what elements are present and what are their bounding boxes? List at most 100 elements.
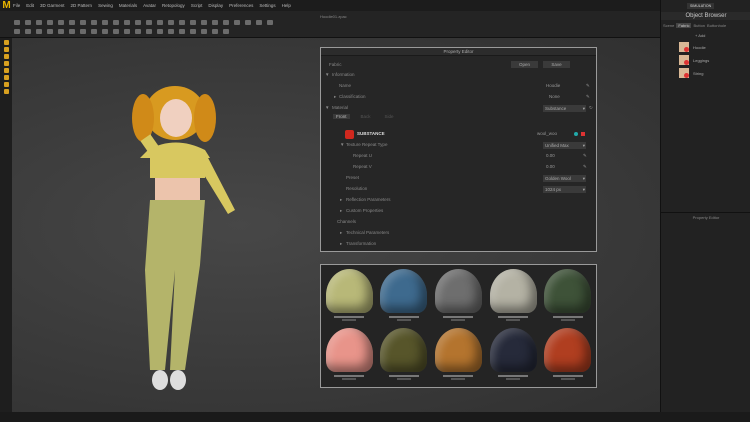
menu-materials[interactable]: Materials [119,3,137,8]
material-subcaption [342,319,357,321]
tab-back[interactable]: Back [358,114,374,119]
material-preview [325,269,373,313]
tab-front[interactable]: Front [333,114,350,119]
substance-file: wool_woo [537,131,558,136]
delete-icon[interactable] [581,132,585,136]
material-type-dropdown[interactable]: Substance [543,104,586,112]
preset-dropdown[interactable]: Golden Wool [543,174,586,182]
reset-icon: ↻ [589,105,593,110]
category-label: Fabric [329,62,342,67]
property-editor-panel: Property Editor Fabric Open Save ▼ Inform… [320,47,597,252]
material-preview [544,328,592,372]
material-caption [552,375,583,377]
material-caption [498,316,529,318]
texture-repeat-row: ▼ Texture Repeat Type Unified Max [321,140,596,150]
material-tile[interactable] [488,328,539,383]
property-editor-title-right: Property Editor [661,212,750,220]
edit-icon[interactable]: ✎ [583,162,587,172]
menu-retopology[interactable]: Retopology [162,3,185,8]
left-tool-strip[interactable] [0,38,12,412]
app-logo: M [2,0,11,11]
material-caption [443,375,474,377]
material-tile[interactable] [379,269,430,324]
material-caption [552,316,583,318]
menu-file[interactable]: File [13,3,20,8]
tab-buttonhole[interactable]: Buttonhole [707,23,726,28]
edit-icon[interactable]: ✎ [586,81,590,91]
transformation-section[interactable]: ▸ Transformation [321,239,596,249]
toolbar: Hoodie01.zpac [0,11,660,38]
material-caption [498,375,529,377]
tab-scene[interactable]: Scene [663,23,674,28]
material-tile[interactable] [542,328,593,383]
material-library-grid [320,264,597,388]
menu-preferences[interactable]: Preferences [229,3,253,8]
substance-row: SUBSTANCE wool_woo [321,129,596,139]
preset-row: Preset Golden Wool [321,173,596,183]
simulation-mode[interactable]: SIMULATION [687,3,715,9]
object-item[interactable]: Hoodie [679,42,706,52]
material-subcaption [451,319,466,321]
tool-row-1[interactable] [14,20,273,25]
channels-section[interactable]: Channels [321,217,596,227]
material-tile[interactable] [379,328,430,383]
information-section[interactable]: ▼ Information [321,70,596,80]
material-subcaption [396,378,411,380]
window-title: Hoodie01.zpac [320,14,347,19]
texture-repeat-dropdown[interactable]: Unified Max [543,141,586,149]
menu-edit[interactable]: Edit [26,3,34,8]
material-preview [489,269,537,313]
open-button[interactable]: Open [511,61,538,68]
material-tile[interactable] [324,269,375,324]
menu-sewing[interactable]: Sewing [98,3,113,8]
add-button[interactable]: + Add [695,33,705,38]
menu-avatar[interactable]: Avatar [143,3,156,8]
reflection-section[interactable]: ▸ Reflection Parameters [321,195,596,205]
menu-2d-pattern[interactable]: 2D Pattern [71,3,93,8]
material-subcaption [451,378,466,380]
resolution-dropdown[interactable]: 1024 px [543,185,586,193]
edit-icon[interactable]: ✎ [583,151,587,161]
material-preview [325,328,373,372]
menu-3d-garment[interactable]: 3D Garment [40,3,65,8]
object-item[interactable]: Leggings [679,55,709,65]
technical-section[interactable]: ▸ Technical Parameters [321,228,596,238]
material-caption [388,316,419,318]
name-value: Hoodie [546,83,561,88]
edit-icon[interactable]: ✎ [586,92,590,102]
menu-bar: M File Edit 3D Garment 2D Pattern Sewing… [0,0,750,11]
menu-display[interactable]: Display [208,3,223,8]
material-tile[interactable] [542,269,593,324]
material-subcaption [506,378,521,380]
material-caption [443,316,474,318]
tab-button[interactable]: Button [693,23,705,28]
material-caption [334,375,365,377]
object-browser-title: Object Browser [661,12,750,20]
repeat-u-input[interactable]: 0.00 [546,151,555,161]
material-caption [388,375,419,377]
tab-side[interactable]: Side [382,114,397,119]
repeat-v-input[interactable]: 0.00 [546,162,555,172]
custom-properties-section[interactable]: ▸ Custom Properties [321,206,596,216]
save-button[interactable]: Save [543,61,570,68]
repeat-u-row: Repeat U 0.00 ✎ [321,151,596,161]
tool-row-2[interactable] [14,29,229,34]
color-swatch-icon[interactable] [574,132,578,136]
material-tile[interactable] [433,328,484,383]
material-subcaption [506,319,521,321]
material-side-tabs: Front Back Side [333,114,397,119]
material-preview [489,328,537,372]
substance-logo-icon [345,130,354,139]
tab-fabric[interactable]: Fabric [676,23,692,28]
menu-script[interactable]: Script [191,3,203,8]
menu-settings[interactable]: Settings [259,3,275,8]
material-subcaption [396,319,411,321]
material-tile[interactable] [433,269,484,324]
material-tile[interactable] [488,269,539,324]
material-preview [434,328,482,372]
object-item[interactable]: String [679,68,703,78]
material-tile[interactable] [324,328,375,383]
menu-help[interactable]: Help [282,3,291,8]
material-section[interactable]: ▼MaterialSubstance↻ [321,103,596,113]
material-subcaption [560,378,575,380]
